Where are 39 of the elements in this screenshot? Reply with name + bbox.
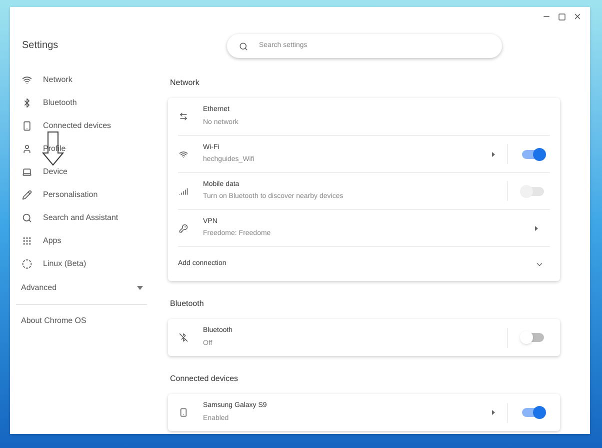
- sidebar-item[interactable]: Bluetooth: [10, 91, 153, 114]
- circle-icon: [22, 258, 32, 268]
- sidebar-item[interactable]: Personalisation: [10, 183, 153, 206]
- toggle-switch[interactable]: [522, 150, 544, 158]
- about-item[interactable]: About Chrome OS: [10, 315, 153, 327]
- section-title: Network: [169, 78, 200, 88]
- arrows-icon: [179, 112, 188, 121]
- section-title: Bluetooth: [169, 299, 205, 309]
- sidebar-item[interactable]: Linux (Beta): [10, 252, 153, 275]
- section-title: Connected devices: [169, 374, 240, 384]
- signal-icon: [179, 186, 188, 196]
- advanced-item[interactable]: Advanced: [10, 278, 153, 298]
- toggle-switch[interactable]: [522, 408, 544, 417]
- sidebar-item[interactable]: Apps: [10, 229, 153, 252]
- arrow-icon[interactable]: [492, 152, 495, 156]
- grid-icon: [22, 236, 32, 246]
- phone-icon: [179, 408, 188, 417]
- sidebar-item[interactable]: Search and Assistant: [10, 206, 153, 229]
- sidebar-title: Settings: [21, 39, 60, 53]
- arrow-icon[interactable]: [535, 226, 538, 230]
- phone-icon: [22, 120, 32, 130]
- person-icon: [22, 144, 32, 154]
- dropdown-icon: [137, 286, 143, 290]
- sidebar-item[interactable]: Device: [10, 160, 153, 183]
- sidebar-item[interactable]: Connected devices: [10, 114, 153, 137]
- pencil-icon: [22, 190, 32, 200]
- wifi-icon: [179, 150, 188, 158]
- laptop-icon: [22, 166, 32, 176]
- wifi-icon: [22, 74, 32, 84]
- bluetooth-icon: [22, 98, 32, 108]
- maximize-icon[interactable]: [558, 12, 566, 20]
- close-icon[interactable]: [573, 12, 582, 21]
- toggle-switch[interactable]: [522, 333, 544, 342]
- arrow-icon[interactable]: [492, 410, 495, 415]
- search-icon: [22, 212, 32, 222]
- search-icon: [239, 42, 248, 50]
- key-icon: [179, 224, 188, 232]
- sidebar-item[interactable]: Network: [10, 68, 153, 91]
- bluetooth-off-icon: [179, 333, 188, 342]
